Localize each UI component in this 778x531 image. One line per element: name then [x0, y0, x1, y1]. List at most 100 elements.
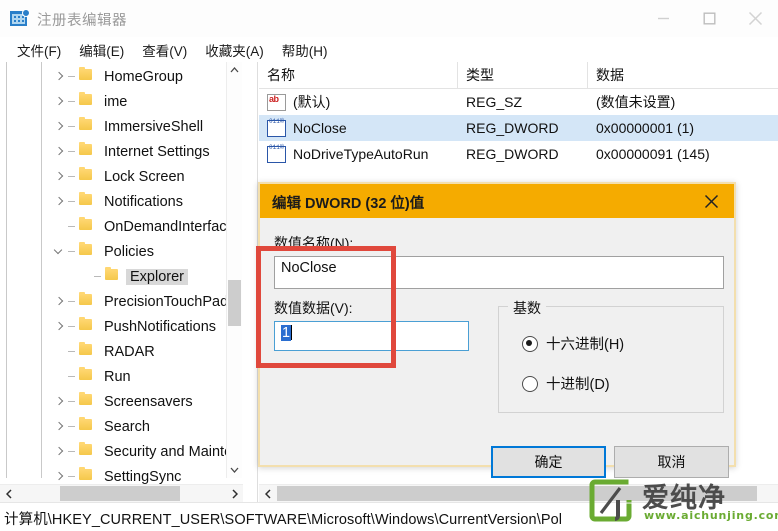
column-header-data[interactable]: 数据	[588, 62, 778, 88]
close-button[interactable]	[732, 0, 778, 37]
column-header-name[interactable]: 名称	[259, 62, 458, 88]
registry-tree[interactable]: HomeGroup ime ImmersiveShell Internet Se…	[0, 64, 243, 502]
tree-item-precisiontouchpad[interactable]: PrecisionTouchPad	[0, 289, 243, 314]
tree-item-notifications[interactable]: Notifications	[0, 189, 243, 214]
tree-item-security-and-maintenance[interactable]: Security and Mainte	[0, 439, 243, 464]
chevron-right-icon[interactable]	[52, 164, 68, 189]
chevron-right-icon[interactable]	[52, 389, 68, 414]
tree-scroll-thumb[interactable]	[228, 280, 241, 326]
chevron-left-icon[interactable]	[0, 485, 17, 502]
chevron-down-icon[interactable]	[227, 462, 242, 478]
folder-icon	[104, 264, 121, 289]
watermark-url: www.aichunjing.com	[644, 509, 778, 522]
tree-item-homegroup[interactable]: HomeGroup	[0, 64, 243, 89]
dialog-close-button[interactable]	[688, 184, 734, 218]
value-name-text: (默认)	[293, 94, 331, 110]
chevron-right-icon[interactable]	[52, 114, 68, 139]
menu-file[interactable]: 文件(F)	[8, 38, 70, 62]
folder-icon	[78, 389, 95, 414]
list-header: 名称 类型 数据	[259, 62, 778, 89]
chevron-right-icon[interactable]	[52, 314, 68, 339]
menu-bar: 文件(F) 编辑(E) 查看(V) 收藏夹(A) 帮助(H)	[0, 37, 778, 62]
tree-item-internet-settings[interactable]: Internet Settings	[0, 139, 243, 164]
ok-button[interactable]: 确定	[491, 446, 606, 478]
menu-help[interactable]: 帮助(H)	[273, 38, 337, 62]
chevron-right-icon[interactable]	[52, 64, 68, 89]
chevron-right-icon[interactable]	[52, 289, 68, 314]
value-data-cell: 0x00000091 (145)	[596, 146, 710, 162]
tree-item-search[interactable]: Search	[0, 414, 243, 439]
chevron-left-icon[interactable]	[259, 485, 276, 502]
string-value-icon	[267, 93, 286, 111]
window-title: 注册表编辑器	[37, 13, 127, 29]
tree-item-label: Run	[104, 368, 131, 385]
menu-favorites[interactable]: 收藏夹(A)	[196, 38, 273, 62]
tree-hscroll-thumb[interactable]	[60, 486, 180, 501]
menu-view[interactable]: 查看(V)	[133, 38, 196, 62]
dword-value-icon	[267, 145, 286, 163]
folder-icon	[78, 289, 95, 314]
tree-item-run[interactable]: Run	[0, 364, 243, 389]
folder-icon	[78, 64, 95, 89]
tree-item-label: Policies	[104, 243, 154, 260]
tree-item-lock-screen[interactable]: Lock Screen	[0, 164, 243, 189]
tree-item-immersiveshell[interactable]: ImmersiveShell	[0, 114, 243, 139]
tree-item-label: ime	[104, 93, 128, 110]
table-row[interactable]: (默认) REG_SZ (数值未设置)	[259, 89, 778, 115]
folder-icon	[78, 89, 95, 114]
value-data-input[interactable]: 1	[274, 321, 469, 351]
chevron-right-icon[interactable]	[52, 439, 68, 464]
tree-item-label: Explorer	[126, 268, 188, 285]
folder-icon	[78, 139, 95, 164]
value-name-input[interactable]: NoClose	[274, 256, 724, 289]
dialog-title-bar: 编辑 DWORD (32 位)值	[260, 184, 734, 218]
tree-item-ondemandinterface[interactable]: OnDemandInterface	[0, 214, 243, 239]
chevron-right-icon[interactable]	[52, 189, 68, 214]
column-header-type[interactable]: 类型	[458, 62, 588, 88]
value-data-text: 1	[281, 325, 292, 341]
chevron-up-icon[interactable]	[227, 62, 242, 78]
tree-item-label: Lock Screen	[104, 168, 185, 185]
chevron-right-icon[interactable]	[52, 139, 68, 164]
folder-icon	[78, 239, 95, 264]
aichunjing-logo-icon	[589, 479, 632, 522]
tree-horizontal-scrollbar[interactable]	[0, 484, 243, 502]
tree-item-screensavers[interactable]: Screensavers	[0, 389, 243, 414]
minimize-button[interactable]	[640, 0, 686, 37]
value-name-text: NoDriveTypeAutoRun	[293, 146, 429, 162]
chevron-right-icon[interactable]	[226, 485, 243, 502]
folder-icon	[78, 339, 95, 364]
cancel-button[interactable]: 取消	[614, 446, 729, 478]
text-caret	[291, 325, 293, 340]
tree-item-label: OnDemandInterface	[104, 218, 235, 235]
radio-hexadecimal[interactable]: 十六进制(H)	[522, 333, 624, 354]
table-row[interactable]: NoClose REG_DWORD 0x00000001 (1)	[259, 115, 778, 141]
tree-item-explorer[interactable]: Explorer	[0, 264, 243, 289]
registry-editor-icon	[10, 9, 30, 27]
menu-edit[interactable]: 编辑(E)	[70, 38, 133, 62]
chevron-right-icon[interactable]	[52, 89, 68, 114]
radio-selected-icon	[522, 335, 538, 352]
tree-item-label: RADAR	[104, 343, 155, 360]
chevron-down-icon[interactable]	[52, 239, 68, 264]
tree-item-ime[interactable]: ime	[0, 89, 243, 114]
tree-item-pushnotifications[interactable]: PushNotifications	[0, 314, 243, 339]
edit-dword-dialog: 编辑 DWORD (32 位)值 数值名称(N): NoClose 数值数据(V…	[258, 182, 736, 478]
tree-item-label: HomeGroup	[104, 68, 183, 85]
value-name-cell: (默认)	[267, 89, 330, 115]
radio-decimal[interactable]: 十进制(D)	[522, 373, 610, 394]
tree-item-label: Screensavers	[104, 393, 193, 410]
registry-tree-pane[interactable]: HomeGroup ime ImmersiveShell Internet Se…	[0, 62, 258, 502]
radio-label: 十六进制(H)	[546, 337, 625, 353]
chevron-right-icon[interactable]	[52, 414, 68, 439]
tree-item-radar[interactable]: RADAR	[0, 339, 243, 364]
radio-label: 十进制(D)	[546, 377, 610, 393]
table-row[interactable]: NoDriveTypeAutoRun REG_DWORD 0x00000091 …	[259, 141, 778, 167]
maximize-button[interactable]	[686, 0, 732, 37]
folder-icon	[78, 164, 95, 189]
tree-item-policies[interactable]: Policies	[0, 239, 243, 264]
tree-item-label: Internet Settings	[104, 143, 210, 160]
dialog-body: 数值名称(N): NoClose 数值数据(V): 1 基数 十六进制(H) 十…	[260, 218, 734, 478]
value-data-cell: (数值未设置)	[596, 94, 676, 110]
tree-vertical-scrollbar[interactable]	[226, 62, 242, 478]
